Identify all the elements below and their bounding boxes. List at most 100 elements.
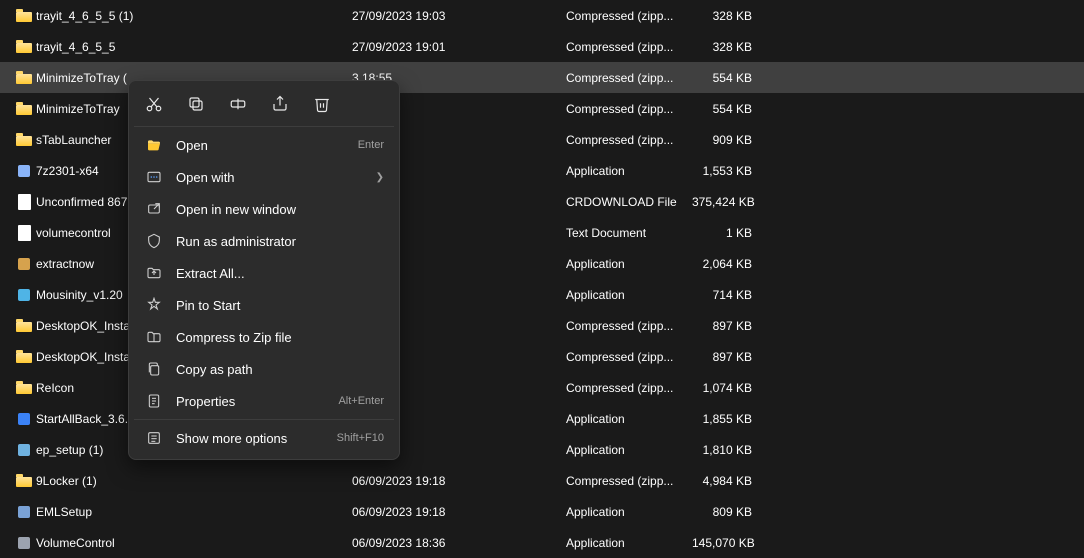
file-name: trayit_4_6_5_5 (1) (36, 9, 352, 23)
file-size: 145,070 KB (692, 536, 752, 550)
file-row[interactable]: trayit_4_6_5_5 (1)27/09/2023 19:03Compre… (0, 0, 1084, 31)
file-type: Compressed (zipp... (566, 133, 692, 147)
file-size: 1 KB (692, 226, 752, 240)
file-icon-cell (14, 133, 34, 146)
file-row[interactable]: VolumeControl06/09/2023 18:36Application… (0, 527, 1084, 558)
file-size: 328 KB (692, 9, 752, 23)
file-date: 06/09/2023 19:18 (352, 474, 566, 488)
file-icon-cell (14, 225, 34, 241)
pin-icon (144, 297, 164, 313)
file-size: 809 KB (692, 505, 752, 519)
file-size: 1,553 KB (692, 164, 752, 178)
file-size: 1,810 KB (692, 443, 752, 457)
folder-icon (16, 71, 32, 84)
separator (134, 126, 394, 127)
file-icon-cell (14, 350, 34, 363)
menu-item-label: Extract All... (176, 266, 384, 281)
app-icon (16, 256, 32, 272)
menu-item-label: Run as administrator (176, 234, 384, 249)
file-icon-cell (14, 102, 34, 115)
file-icon-cell (14, 40, 34, 53)
file-row[interactable]: 9Locker (1)06/09/2023 19:18Compressed (z… (0, 465, 1084, 496)
file-size: 1,855 KB (692, 412, 752, 426)
file-type: Application (566, 288, 692, 302)
menu-item-admin[interactable]: Run as administrator (134, 225, 394, 257)
menu-item-openwith[interactable]: Open with❯ (134, 161, 394, 193)
file-icon-cell (14, 256, 34, 272)
file-type: Application (566, 443, 692, 457)
menu-item-label: Open with (176, 170, 376, 185)
open-icon (144, 137, 164, 153)
menu-item-more[interactable]: Show more optionsShift+F10 (134, 422, 394, 454)
menu-item-label: Show more options (176, 431, 337, 446)
file-icon-cell (14, 381, 34, 394)
separator (134, 419, 394, 420)
file-type: Compressed (zipp... (566, 102, 692, 116)
file-icon-cell (14, 319, 34, 332)
file-type: Application (566, 164, 692, 178)
menu-item-extract[interactable]: Extract All... (134, 257, 394, 289)
file-size: 554 KB (692, 71, 752, 85)
cut-icon[interactable] (144, 94, 164, 114)
file-row[interactable]: EMLSetup06/09/2023 19:18Application809 K… (0, 496, 1084, 527)
openwith-icon (144, 169, 164, 185)
chevron-right-icon: ❯ (376, 172, 384, 183)
file-type: Compressed (zipp... (566, 40, 692, 54)
file-type: Application (566, 505, 692, 519)
file-type: Compressed (zipp... (566, 381, 692, 395)
file-icon-cell (14, 194, 34, 210)
copypath-icon (144, 361, 164, 377)
folder-icon (16, 381, 32, 394)
file-icon-cell (14, 71, 34, 84)
rename-icon[interactable] (228, 94, 248, 114)
file-date: 27/09/2023 19:03 (352, 9, 566, 23)
app-icon (16, 411, 32, 427)
delete-icon[interactable] (312, 94, 332, 114)
file-size: 1,074 KB (692, 381, 752, 395)
file-size: 897 KB (692, 319, 752, 333)
file-date: 06/09/2023 19:18 (352, 505, 566, 519)
file-size: 909 KB (692, 133, 752, 147)
file-icon-cell (14, 442, 34, 458)
share-icon[interactable] (270, 94, 290, 114)
menu-item-open[interactable]: OpenEnter (134, 129, 394, 161)
file-type: Compressed (zipp... (566, 9, 692, 23)
folder-icon (16, 133, 32, 146)
file-type: Compressed (zipp... (566, 71, 692, 85)
menu-item-zip[interactable]: Compress to Zip file (134, 321, 394, 353)
menu-item-shortcut: Alt+Enter (338, 395, 384, 407)
folder-icon (16, 9, 32, 22)
zip-icon (144, 329, 164, 345)
file-icon-cell (14, 474, 34, 487)
file-name: trayit_4_6_5_5 (36, 40, 352, 54)
file-icon-cell (14, 411, 34, 427)
file-size: 4,984 KB (692, 474, 752, 488)
file-icon-cell (14, 535, 34, 551)
menu-item-label: Copy as path (176, 362, 384, 377)
menu-item-newwin[interactable]: Open in new window (134, 193, 394, 225)
folder-icon (16, 350, 32, 363)
menu-item-label: Compress to Zip file (176, 330, 384, 345)
menu-item-label: Open (176, 138, 358, 153)
file-type: Application (566, 257, 692, 271)
menu-item-copypath[interactable]: Copy as path (134, 353, 394, 385)
app-icon (16, 287, 32, 303)
newwin-icon (144, 201, 164, 217)
extract-icon (144, 265, 164, 281)
menu-item-shortcut: Enter (358, 139, 384, 151)
folder-icon (16, 474, 32, 487)
copy-icon[interactable] (186, 94, 206, 114)
file-name: VolumeControl (36, 536, 352, 550)
file-name: 9Locker (1) (36, 474, 352, 488)
folder-icon (16, 40, 32, 53)
file-size: 714 KB (692, 288, 752, 302)
file-icon-cell (14, 9, 34, 22)
context-menu: OpenEnterOpen with❯Open in new windowRun… (128, 80, 400, 460)
menu-item-label: Properties (176, 394, 338, 409)
file-date: 27/09/2023 19:01 (352, 40, 566, 54)
menu-item-props[interactable]: PropertiesAlt+Enter (134, 385, 394, 417)
file-icon (18, 194, 31, 210)
file-row[interactable]: trayit_4_6_5_527/09/2023 19:01Compressed… (0, 31, 1084, 62)
menu-item-pin[interactable]: Pin to Start (134, 289, 394, 321)
app-icon (16, 442, 32, 458)
